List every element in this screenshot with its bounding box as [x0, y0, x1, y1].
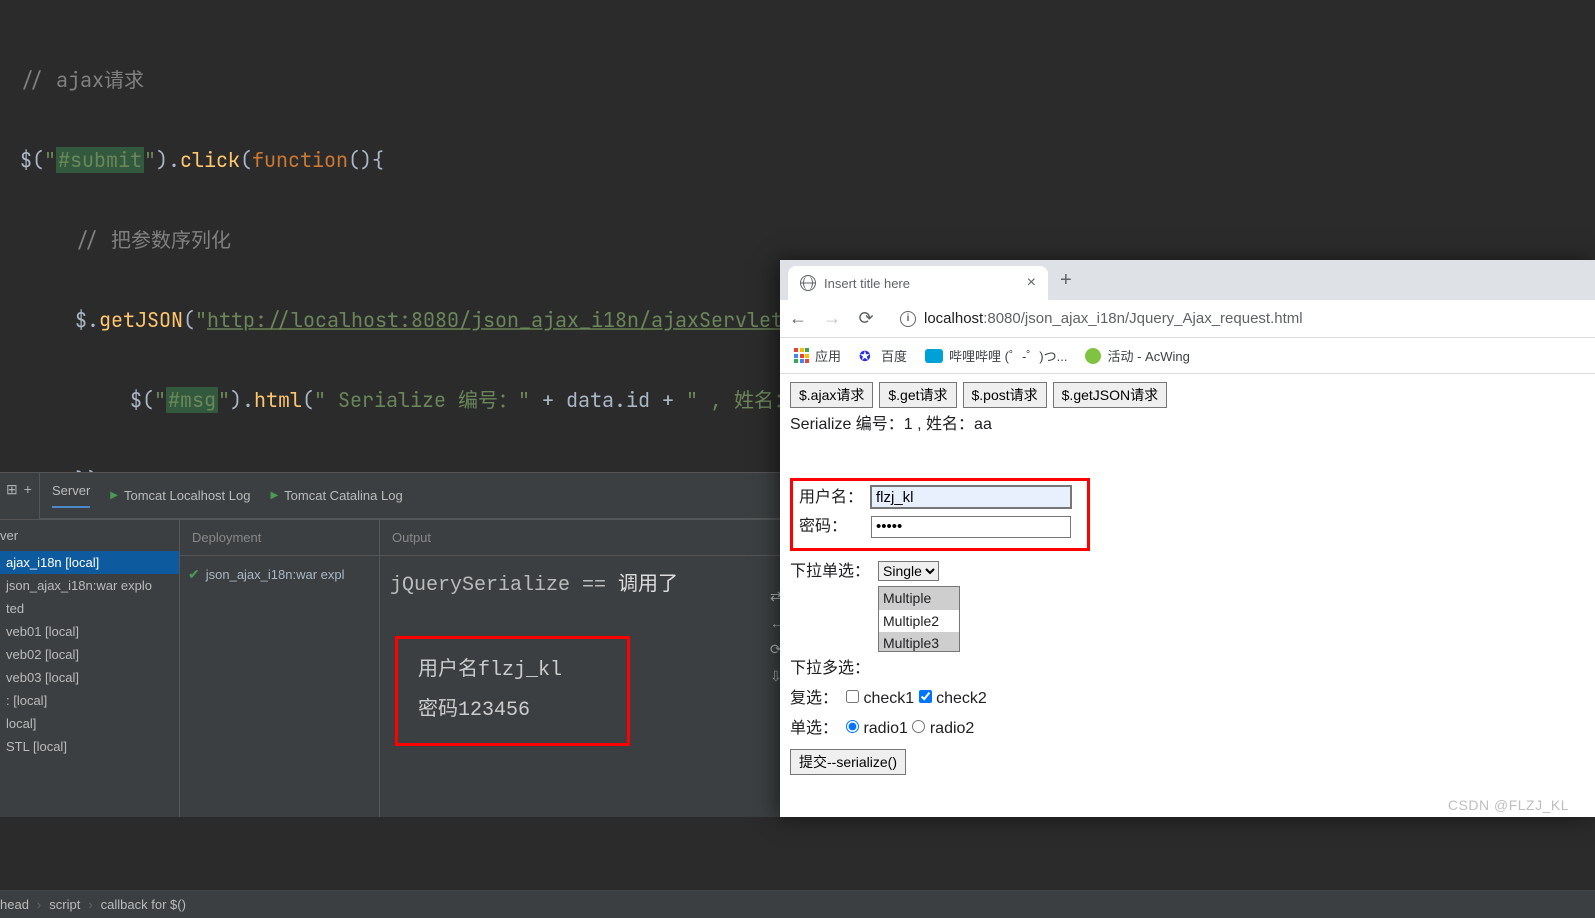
- tree-item[interactable]: veb03 [local]: [0, 666, 179, 689]
- output-line: jQuerySerialize == 调用了: [390, 566, 770, 606]
- post-button[interactable]: $.post请求: [963, 382, 1047, 408]
- radio1[interactable]: radio1: [846, 716, 908, 742]
- baidu-icon: ✪: [859, 348, 875, 364]
- bookmark-acwing[interactable]: 活动 - AcWing: [1085, 346, 1189, 365]
- username-input[interactable]: [871, 486, 1071, 508]
- browser-tab-bar: Insert title here × +: [780, 260, 1595, 300]
- check2[interactable]: check2: [919, 686, 987, 712]
- multi-option[interactable]: Multiple: [879, 587, 959, 609]
- back-icon[interactable]: ←: [788, 308, 808, 329]
- bookmark-bilibili[interactable]: 哔哩哔哩 (゜-゜)つ...: [925, 346, 1067, 365]
- single-select[interactable]: Single: [878, 561, 939, 581]
- page-content: $.ajax请求 $.get请求 $.post请求 $.getJSON请求 Se…: [780, 374, 1595, 784]
- multi-select-label: 下拉多选：: [790, 656, 878, 682]
- run-panel: ⊞ + Server ▶Tomcat Localhost Log ▶Tomcat…: [0, 472, 780, 817]
- multi-select[interactable]: Multiple Multiple2 Multiple3: [878, 586, 960, 652]
- tree-item[interactable]: : [local]: [0, 689, 179, 712]
- breadcrumb-item[interactable]: head: [0, 897, 29, 912]
- single-select-label: 下拉单选：: [790, 559, 878, 585]
- address-bar: ← → ⟳ i localhost:8080/json_ajax_i18n/Jq…: [780, 300, 1595, 338]
- result-text: Serialize 编号：1 , 姓名：aa: [790, 412, 1585, 438]
- acwing-icon: [1085, 348, 1101, 364]
- browser-tab[interactable]: Insert title here ×: [788, 266, 1048, 300]
- tree-item[interactable]: STL [local]: [0, 735, 179, 758]
- code-line: $("#submit").click(function(){: [20, 140, 1575, 180]
- forward-icon: →: [822, 308, 842, 329]
- output-header: Output: [380, 520, 780, 556]
- new-tab-button[interactable]: +: [1048, 261, 1084, 300]
- gutter-icons: ⊞ +: [0, 473, 40, 519]
- tree-item[interactable]: ajax_i18n [local]: [0, 551, 179, 574]
- check1[interactable]: check1: [846, 686, 914, 712]
- code-line: // 把参数序列化: [75, 220, 1575, 260]
- close-icon[interactable]: ×: [1027, 274, 1036, 292]
- add-icon[interactable]: +: [24, 481, 32, 511]
- checkbox-label: 复选：: [790, 686, 846, 712]
- tab-server[interactable]: Server: [52, 483, 90, 508]
- output-highlight-box: 用户名flzj_kl 密码123456: [395, 636, 630, 746]
- layout-icon[interactable]: ⊞: [6, 481, 18, 511]
- apps-icon: [794, 348, 809, 363]
- form-highlight-box: 用户名： 密码：: [790, 478, 1090, 551]
- tab-log-localhost[interactable]: ▶Tomcat Localhost Log: [110, 488, 250, 503]
- server-label: ver: [0, 520, 179, 551]
- browser-window: Insert title here × + ← → ⟳ i localhost:…: [780, 260, 1595, 817]
- deployment-item[interactable]: ✔ json_ajax_i18n:war expl: [180, 556, 379, 593]
- bookmark-apps[interactable]: 应用: [794, 346, 841, 365]
- ajax-button[interactable]: $.ajax请求: [790, 382, 873, 408]
- submit-button[interactable]: 提交--serialize(): [790, 749, 906, 775]
- breadcrumb-item[interactable]: script: [49, 897, 80, 912]
- getjson-button[interactable]: $.getJSON请求: [1053, 382, 1167, 408]
- tree-item[interactable]: veb01 [local]: [0, 620, 179, 643]
- reload-icon[interactable]: ⟳: [856, 308, 876, 329]
- multi-option[interactable]: Multiple2: [879, 610, 959, 632]
- output-console[interactable]: jQuerySerialize == 调用了 用户名flzj_kl 密码1234…: [380, 556, 780, 756]
- radio-label: 单选：: [790, 716, 846, 742]
- play-icon: ▶: [270, 490, 278, 501]
- deployment-header: Deployment: [180, 520, 379, 556]
- tree-item[interactable]: local]: [0, 712, 179, 735]
- check-icon: ✔: [188, 566, 200, 583]
- globe-icon: [800, 275, 816, 291]
- tree-item[interactable]: veb02 [local]: [0, 643, 179, 666]
- breadcrumb-item[interactable]: callback for $(): [101, 897, 186, 912]
- username-label: 用户名：: [799, 485, 871, 511]
- bookmark-bar: 应用 ✪百度 哔哩哔哩 (゜-゜)つ... 活动 - AcWing: [780, 338, 1595, 374]
- url-field[interactable]: i localhost:8080/json_ajax_i18n/Jquery_A…: [890, 306, 1587, 331]
- password-input[interactable]: [871, 516, 1071, 538]
- info-icon[interactable]: i: [900, 311, 916, 327]
- tab-title: Insert title here: [824, 276, 910, 291]
- bilibili-icon: [925, 349, 943, 363]
- get-button[interactable]: $.get请求: [879, 382, 956, 408]
- breadcrumb: head› script› callback for $(): [0, 890, 1595, 918]
- tab-log-catalina[interactable]: ▶Tomcat Catalina Log: [270, 488, 402, 503]
- bookmark-baidu[interactable]: ✪百度: [859, 346, 907, 365]
- code-line: // ajax请求: [20, 60, 1575, 100]
- play-icon: ▶: [110, 490, 118, 501]
- multi-option[interactable]: Multiple3: [879, 632, 959, 652]
- watermark: CSDN @FLZJ_KL: [1448, 797, 1569, 813]
- tree-item[interactable]: json_ajax_i18n:war explo: [0, 574, 179, 597]
- password-label: 密码：: [799, 514, 871, 540]
- server-tree[interactable]: ajax_i18n [local] json_ajax_i18n:war exp…: [0, 551, 179, 758]
- tree-item[interactable]: ted: [0, 597, 179, 620]
- radio2[interactable]: radio2: [912, 716, 974, 742]
